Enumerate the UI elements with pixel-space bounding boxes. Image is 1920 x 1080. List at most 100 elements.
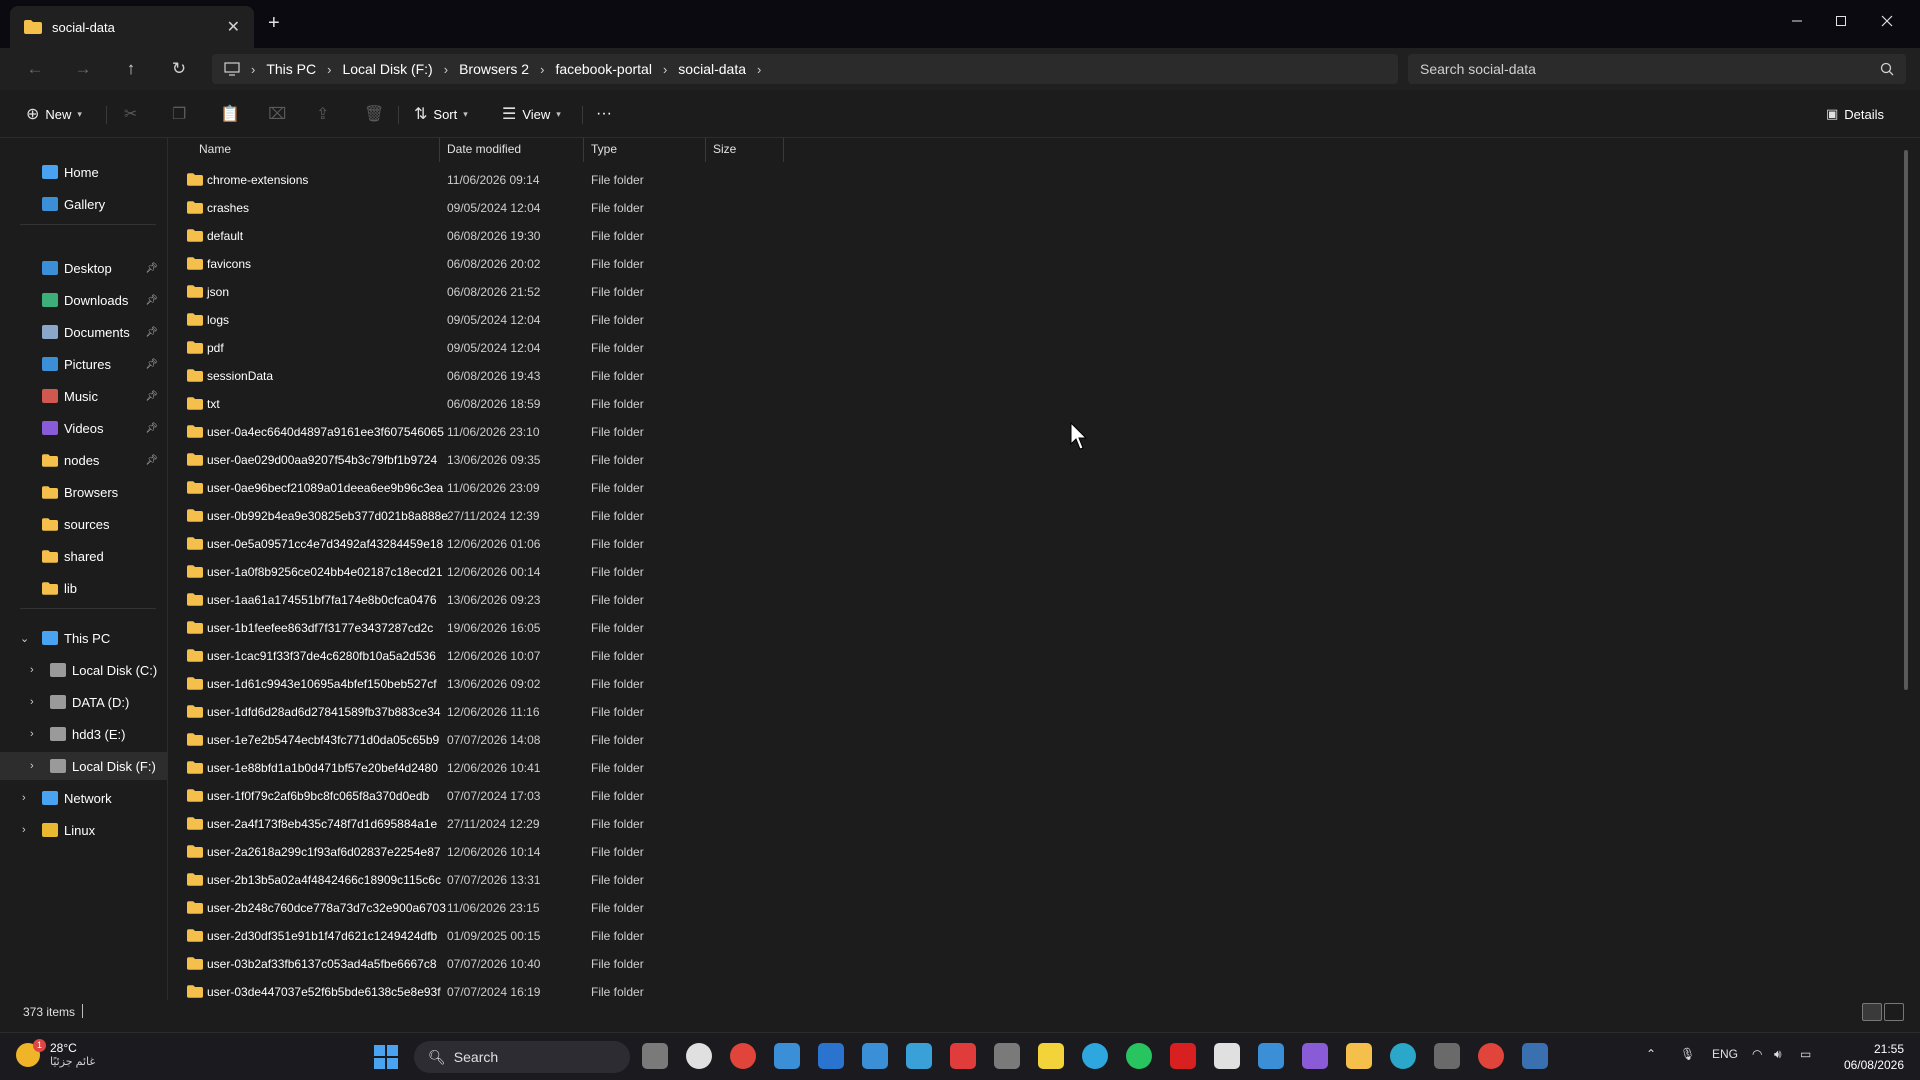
file-row[interactable]: user-0ae029d00aa9207f54b3c79fbf1b9724 13/… (169, 446, 1549, 474)
file-row[interactable]: user-1dfd6d28ad6d27841589fb37b883ce34 12/… (169, 698, 1549, 726)
file-row[interactable]: user-1e88bfd1a1b0d471bf57e20bef4d2480 12/… (169, 754, 1549, 782)
sidebar-item-network[interactable]: › Network (0, 784, 168, 812)
sidebar-item-shared[interactable]: shared (0, 542, 168, 570)
new-button[interactable]: ⊕ New ▾ (26, 102, 82, 126)
file-row[interactable]: user-1f0f79c2af6b9bc8fc065f8a370d0edb 07/… (169, 782, 1549, 810)
column-name[interactable]: Name (199, 142, 231, 156)
taskbar-app-icon[interactable] (950, 1043, 976, 1069)
sidebar-item-lib[interactable]: lib (0, 574, 168, 602)
chevron-up-icon[interactable]: ⌃ (1646, 1047, 1656, 1061)
taskbar-outlook-icon[interactable] (818, 1043, 844, 1069)
details-button[interactable]: ▣ Details (1826, 102, 1884, 126)
file-row[interactable]: user-1a0f8b9256ce024bb4e02187c18ecd21 12/… (169, 558, 1549, 586)
chevron-right-icon[interactable]: › (757, 62, 761, 77)
taskbar-app-icon[interactable] (1522, 1043, 1548, 1069)
column-divider[interactable] (439, 138, 440, 162)
sidebar-item-desktop[interactable]: Desktop 📌︎ (0, 254, 168, 282)
sidebar-item-nodes[interactable]: nodes 📌︎ (0, 446, 168, 474)
file-row[interactable]: user-0ae96becf21089a01deea6ee9b96c3ea 11/… (169, 474, 1549, 502)
file-row[interactable]: user-2b13b5a02a4f4842466c18909c115c6c 07/… (169, 866, 1549, 894)
sidebar-item-documents[interactable]: Documents 📌︎ (0, 318, 168, 346)
chevron-right-icon[interactable]: › (30, 728, 34, 740)
back-button[interactable]: ← (20, 56, 50, 82)
file-row[interactable]: pdf 09/05/2024 12:04 File folder (169, 334, 1549, 362)
rename-button[interactable]: ⌧ (268, 102, 292, 126)
share-button[interactable]: ⇪ (316, 102, 335, 126)
battery-icon[interactable]: ▭ (1800, 1047, 1811, 1061)
taskbar-file-explorer-icon[interactable] (1346, 1043, 1372, 1069)
language-indicator[interactable]: ENG (1712, 1047, 1738, 1061)
windows-start-icon[interactable] (374, 1045, 398, 1069)
chevron-right-icon[interactable]: › (444, 62, 448, 77)
sidebar-item-downloads[interactable]: Downloads 📌︎ (0, 286, 168, 314)
tab-social-data[interactable]: social-data ✕ (10, 6, 254, 48)
file-row[interactable]: user-0b992b4ea9e30825eb377d021b8a888e 27/… (169, 502, 1549, 530)
delete-button[interactable]: 🗑 (364, 102, 390, 126)
file-row[interactable]: user-0a4ec6640d4897a9161ee3f607546065 11/… (169, 418, 1549, 446)
file-row[interactable]: user-1e7e2b5474ecbf43fc771d0da05c65b9 07/… (169, 726, 1549, 754)
volume-icon[interactable]: 🔊︎ (1774, 1047, 1782, 1062)
sidebar-item-sources[interactable]: sources (0, 510, 168, 538)
sidebar-item-linux[interactable]: › Linux (0, 816, 168, 844)
file-row[interactable]: user-1b1feefee863df7f3177e3437287cd2c 19/… (169, 614, 1549, 642)
new-tab-button[interactable]: + (268, 12, 280, 35)
column-divider[interactable] (783, 138, 784, 162)
file-row[interactable]: chrome-extensions 11/06/2026 09:14 File fo… (169, 166, 1549, 194)
file-row[interactable]: user-1aa61a174551bf7fa174e8b0cfca0476 13/… (169, 586, 1549, 614)
file-row[interactable]: crashes 09/05/2024 12:04 File folder (169, 194, 1549, 222)
cut-button[interactable]: ✂ (124, 102, 143, 126)
details-view-button[interactable] (1862, 1003, 1882, 1021)
file-row[interactable]: user-0e5a09571cc4e7d3492af43284459e18 12/… (169, 530, 1549, 558)
file-row[interactable]: user-03b2af33fb6137c053ad4a5fbe6667c8 07/… (169, 950, 1549, 978)
sidebar-item-music[interactable]: Music 📌︎ (0, 382, 168, 410)
taskbar-whatsapp-icon[interactable] (1126, 1043, 1152, 1069)
sidebar-item-videos[interactable]: Videos 📌︎ (0, 414, 168, 442)
chevron-down-icon[interactable]: ⌄ (20, 632, 29, 645)
copy-button[interactable]: ❐ (172, 102, 192, 126)
microphone-icon[interactable]: 🎙︎ (1680, 1047, 1695, 1061)
column-divider[interactable] (583, 138, 584, 162)
sidebar-item-gallery[interactable]: Gallery (0, 190, 168, 218)
taskbar-app-icon[interactable] (1214, 1043, 1240, 1069)
taskbar-sticky-notes-icon[interactable] (1038, 1043, 1064, 1069)
chevron-right-icon[interactable]: › (22, 824, 26, 836)
file-row[interactable]: default 06/08/2026 19:30 File folder (169, 222, 1549, 250)
file-row[interactable]: user-03de447037e52f6b5bde6138c5e8e93f 07/… (169, 978, 1549, 1000)
file-row[interactable]: json 06/08/2026 21:52 File folder (169, 278, 1549, 306)
breadcrumb-browsers-2[interactable]: Browsers 2 (459, 61, 529, 77)
sidebar-item-hdd3-e[interactable]: › hdd3 (E:) (0, 720, 168, 748)
breadcrumb-local-disk-f[interactable]: Local Disk (F:) (342, 61, 432, 77)
sort-button[interactable]: ⇅ Sort ▾ (414, 102, 468, 126)
vertical-scrollbar[interactable] (1904, 150, 1908, 690)
minimize-button[interactable] (1774, 6, 1820, 36)
breadcrumb-facebook-portal[interactable]: facebook-portal (555, 61, 652, 77)
breadcrumb-this-pc[interactable]: This PC (266, 61, 316, 77)
file-row[interactable]: user-1cac91f33f37de4c6280fb10a5a2d536 12/… (169, 642, 1549, 670)
weather-widget[interactable]: 1 28°C غائم جزئيًا (16, 1038, 95, 1068)
sidebar-item-this-pc[interactable]: ⌄ This PC (0, 624, 168, 652)
forward-button[interactable]: → (68, 56, 98, 82)
column-date-modified[interactable]: Date modified (447, 142, 521, 156)
close-window-button[interactable] (1864, 6, 1910, 36)
chevron-right-icon[interactable]: › (663, 62, 667, 77)
taskbar-telegram-icon[interactable] (1082, 1043, 1108, 1069)
breadcrumb-social-data[interactable]: social-data (678, 61, 746, 77)
search-input[interactable]: Search social-data (1408, 54, 1906, 84)
taskbar-chatgpt-icon[interactable] (686, 1043, 712, 1069)
taskbar-store-icon[interactable] (774, 1043, 800, 1069)
sidebar-item-pictures[interactable]: Pictures 📌︎ (0, 350, 168, 378)
more-options-button[interactable]: ··· (596, 102, 612, 126)
file-row[interactable]: user-2d30df351e91b1f47d621c1249424dfb 01/… (169, 922, 1549, 950)
chevron-right-icon[interactable]: › (327, 62, 331, 77)
taskbar-app-icon[interactable] (994, 1043, 1020, 1069)
chevron-right-icon[interactable]: › (30, 696, 34, 708)
sidebar-item-local-disk-c[interactable]: › Local Disk (C:) (0, 656, 168, 684)
sidebar-item-local-disk-f[interactable]: › Local Disk (F:) (0, 752, 168, 780)
taskbar-app-icon[interactable] (862, 1043, 888, 1069)
file-row[interactable]: logs 09/05/2024 12:04 File folder (169, 306, 1549, 334)
chevron-right-icon[interactable]: › (540, 62, 544, 77)
chevron-right-icon[interactable]: › (30, 760, 34, 772)
address-bar[interactable]: › This PC › Local Disk (F:) › Browsers 2… (212, 54, 1398, 84)
wifi-icon[interactable]: ◠ (1752, 1047, 1762, 1061)
taskbar-photos-icon[interactable] (906, 1043, 932, 1069)
